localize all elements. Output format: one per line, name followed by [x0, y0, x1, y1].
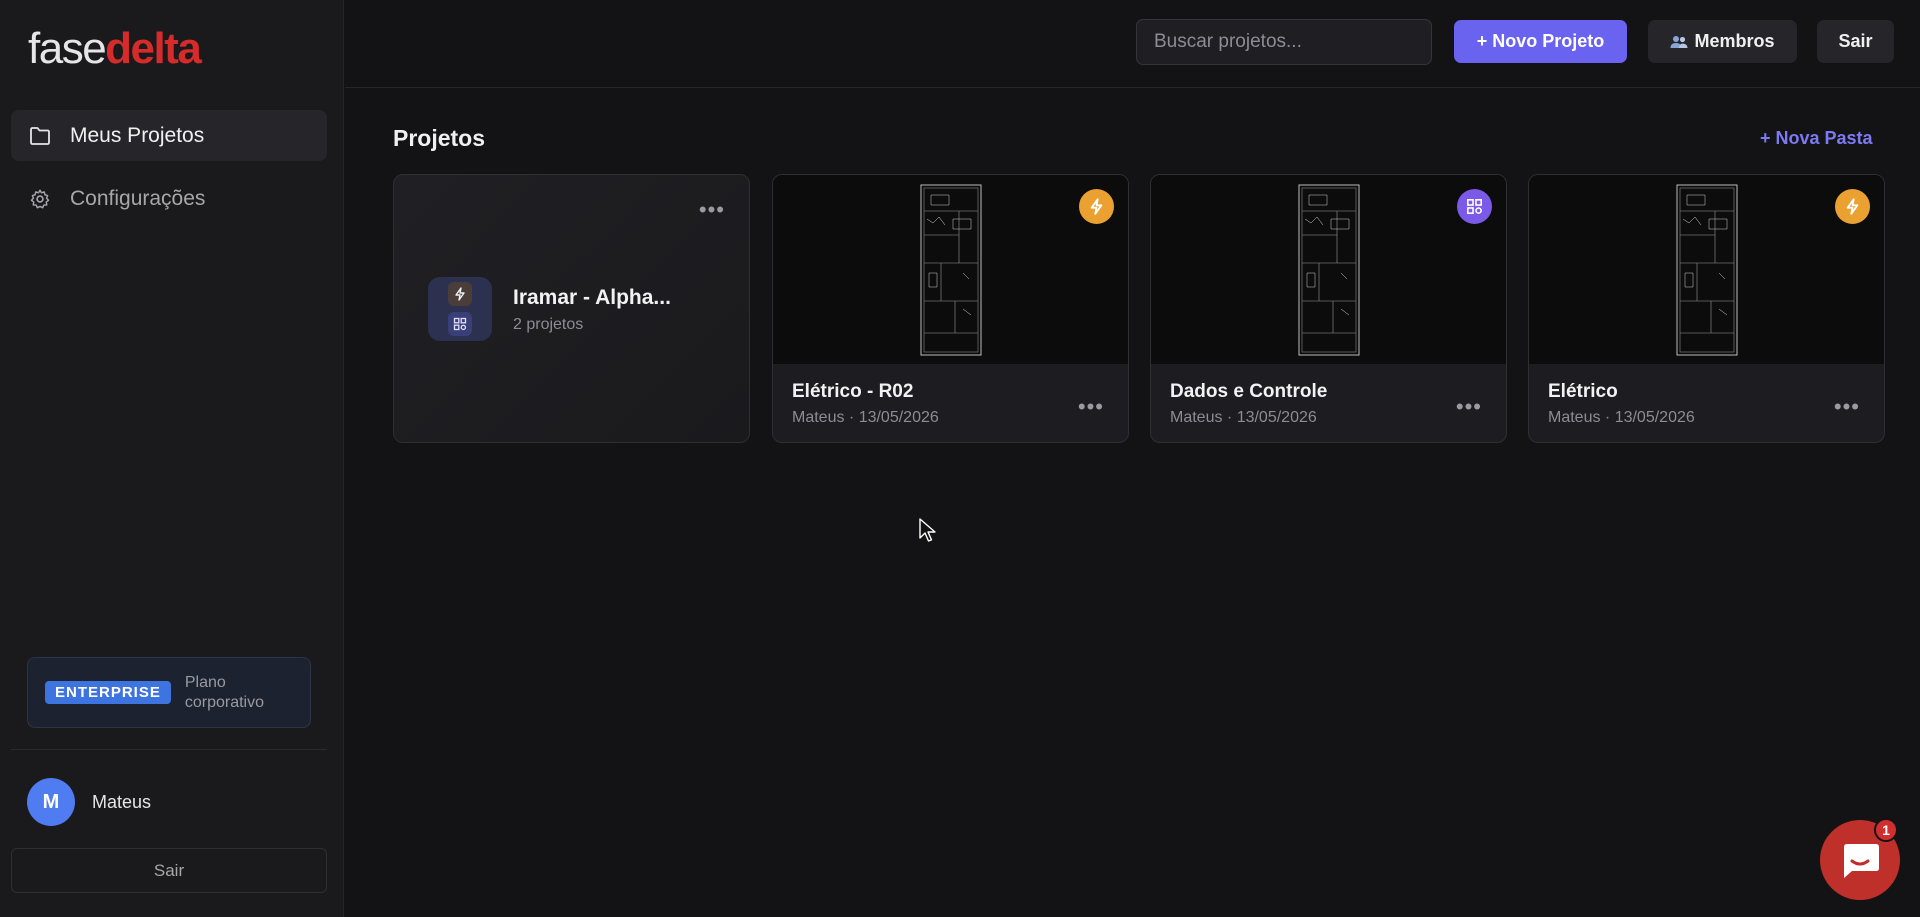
plan-card: ENTERPRISE Plano corporativo — [27, 657, 311, 728]
project-title: Dados e Controle — [1170, 381, 1328, 402]
brand-logo[interactable]: fasedelta — [28, 24, 202, 74]
bolt-icon — [1835, 189, 1870, 224]
logout-button[interactable]: Sair — [1817, 20, 1894, 63]
brand-logo-part2: delta — [105, 24, 202, 73]
brand-logo-part1: fase — [28, 24, 107, 73]
folder-icon — [28, 124, 52, 148]
avatar: M — [27, 778, 75, 826]
sidebar-item-label: Configurações — [70, 186, 206, 210]
members-label: Membros — [1694, 31, 1775, 51]
folder-stack-icon — [428, 277, 492, 341]
sidebar-item-label: Meus Projetos — [70, 123, 205, 147]
chat-unread-badge: 1 — [1874, 818, 1898, 842]
sidebar-item-configuracoes[interactable]: Configurações — [11, 173, 327, 224]
page-title: Projetos — [393, 125, 486, 151]
mouse-cursor-icon — [919, 518, 936, 542]
project-title: Elétrico - R02 — [792, 381, 914, 402]
project-meta: Mateus · 13/05/2026 — [1548, 409, 1695, 426]
topbar: + Novo Projeto Membros Sair — [345, 0, 1920, 88]
project-card[interactable]: Elétrico - R02 Mateus · 13/05/2026 ••• — [772, 174, 1129, 443]
folder-card[interactable]: ••• Iramar - Alpha... 2 projetos — [393, 174, 750, 443]
more-options-icon[interactable]: ••• — [1456, 394, 1482, 420]
sidebar-divider — [11, 749, 327, 750]
project-card[interactable]: Dados e Controle Mateus · 13/05/2026 ••• — [1150, 174, 1507, 443]
more-options-icon[interactable]: ••• — [1834, 394, 1860, 420]
project-thumbnail — [1529, 175, 1884, 364]
sidebar: fasedelta Meus Projetos Configurações EN… — [0, 0, 344, 917]
chat-bubble-icon — [1844, 844, 1879, 878]
bolt-icon — [448, 282, 472, 306]
plan-description: Plano corporativo — [184, 673, 265, 711]
floorplan-drawing — [1676, 184, 1737, 355]
user-profile[interactable]: M Mateus — [27, 778, 151, 826]
grid-icon — [1457, 189, 1492, 224]
new-folder-button[interactable]: + Nova Pasta — [1760, 128, 1873, 149]
folder-count: 2 projetos — [513, 316, 584, 333]
sidebar-nav: Meus Projetos Configurações — [11, 110, 327, 236]
people-icon — [1670, 35, 1688, 49]
project-card[interactable]: Elétrico Mateus · 13/05/2026 ••• — [1528, 174, 1885, 443]
floorplan-drawing — [1298, 184, 1359, 355]
more-options-icon[interactable]: ••• — [1078, 394, 1104, 420]
floorplan-drawing — [920, 184, 981, 355]
project-thumbnail — [773, 175, 1128, 364]
folder-name: Iramar - Alpha... — [513, 286, 671, 309]
new-project-button[interactable]: + Novo Projeto — [1454, 20, 1627, 63]
members-button[interactable]: Membros — [1648, 20, 1797, 63]
project-meta: Mateus · 13/05/2026 — [792, 409, 939, 426]
grid-icon — [448, 312, 472, 336]
plan-badge: ENTERPRISE — [45, 681, 171, 704]
bolt-icon — [1079, 189, 1114, 224]
search-input[interactable] — [1136, 19, 1432, 65]
project-meta: Mateus · 13/05/2026 — [1170, 409, 1317, 426]
project-thumbnail — [1151, 175, 1506, 364]
user-name: Mateus — [92, 791, 152, 812]
gear-icon — [28, 187, 52, 211]
sidebar-logout-button[interactable]: Sair — [11, 848, 327, 893]
sidebar-item-meus-projetos[interactable]: Meus Projetos — [11, 110, 327, 161]
more-options-icon[interactable]: ••• — [699, 197, 725, 223]
project-title: Elétrico — [1548, 381, 1618, 402]
